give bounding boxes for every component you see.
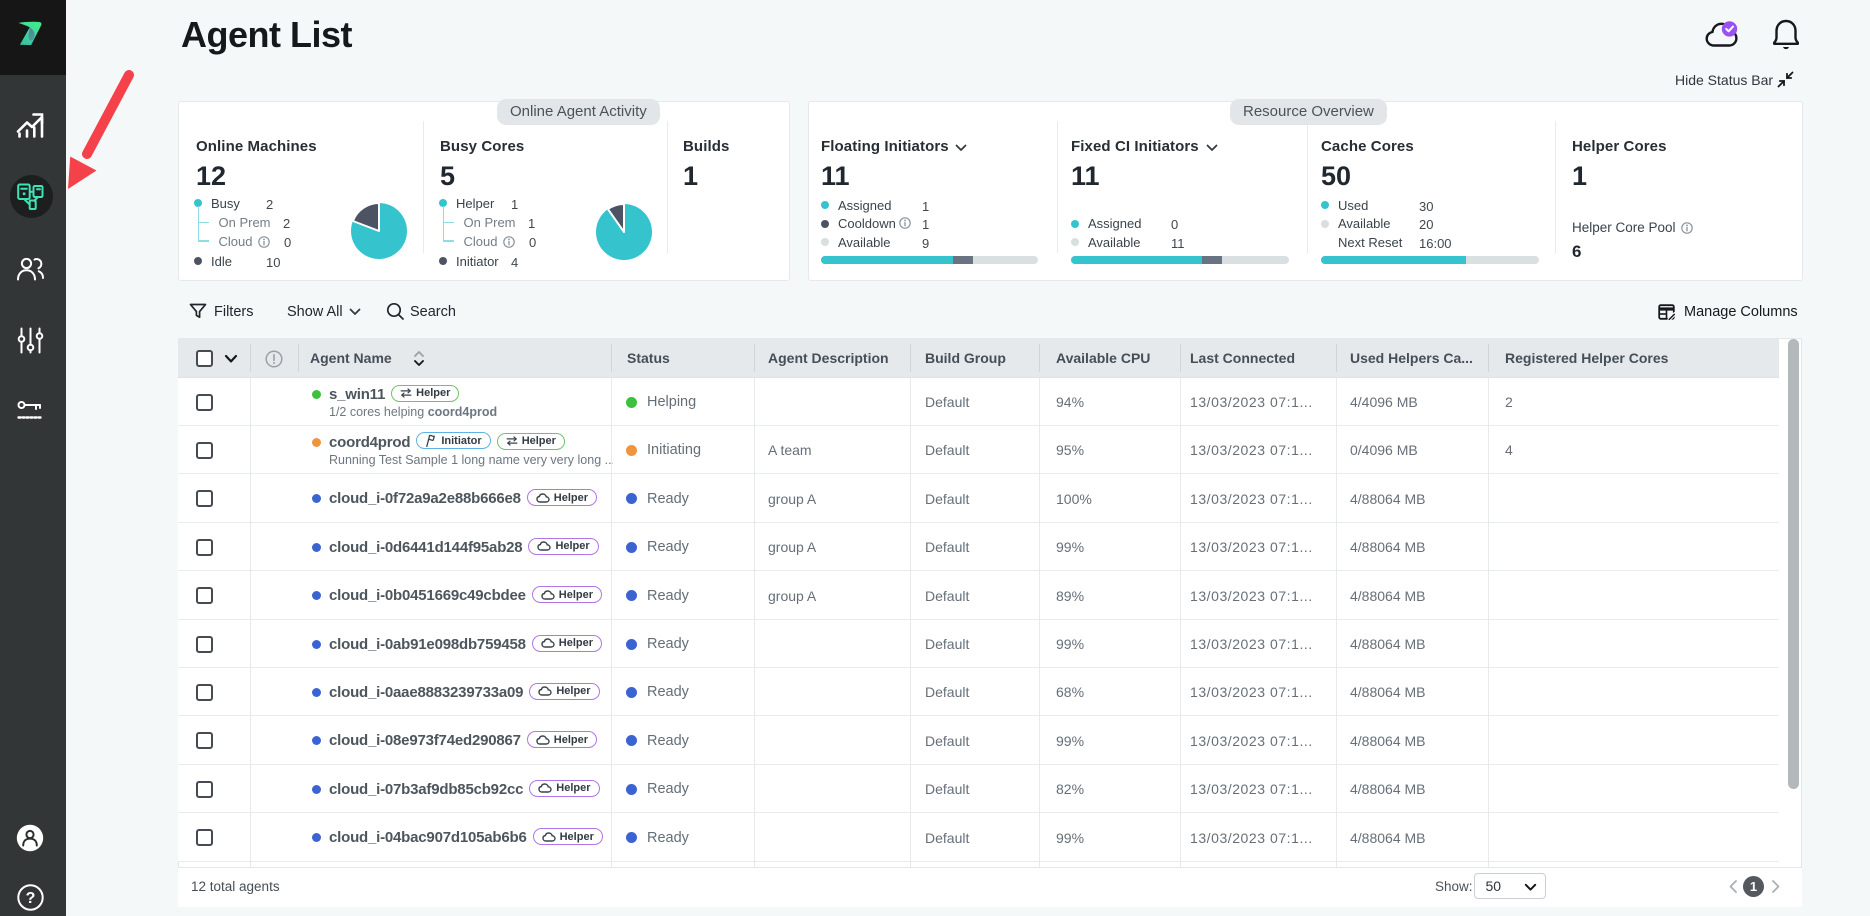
svg-text:?: ? [26, 890, 36, 907]
